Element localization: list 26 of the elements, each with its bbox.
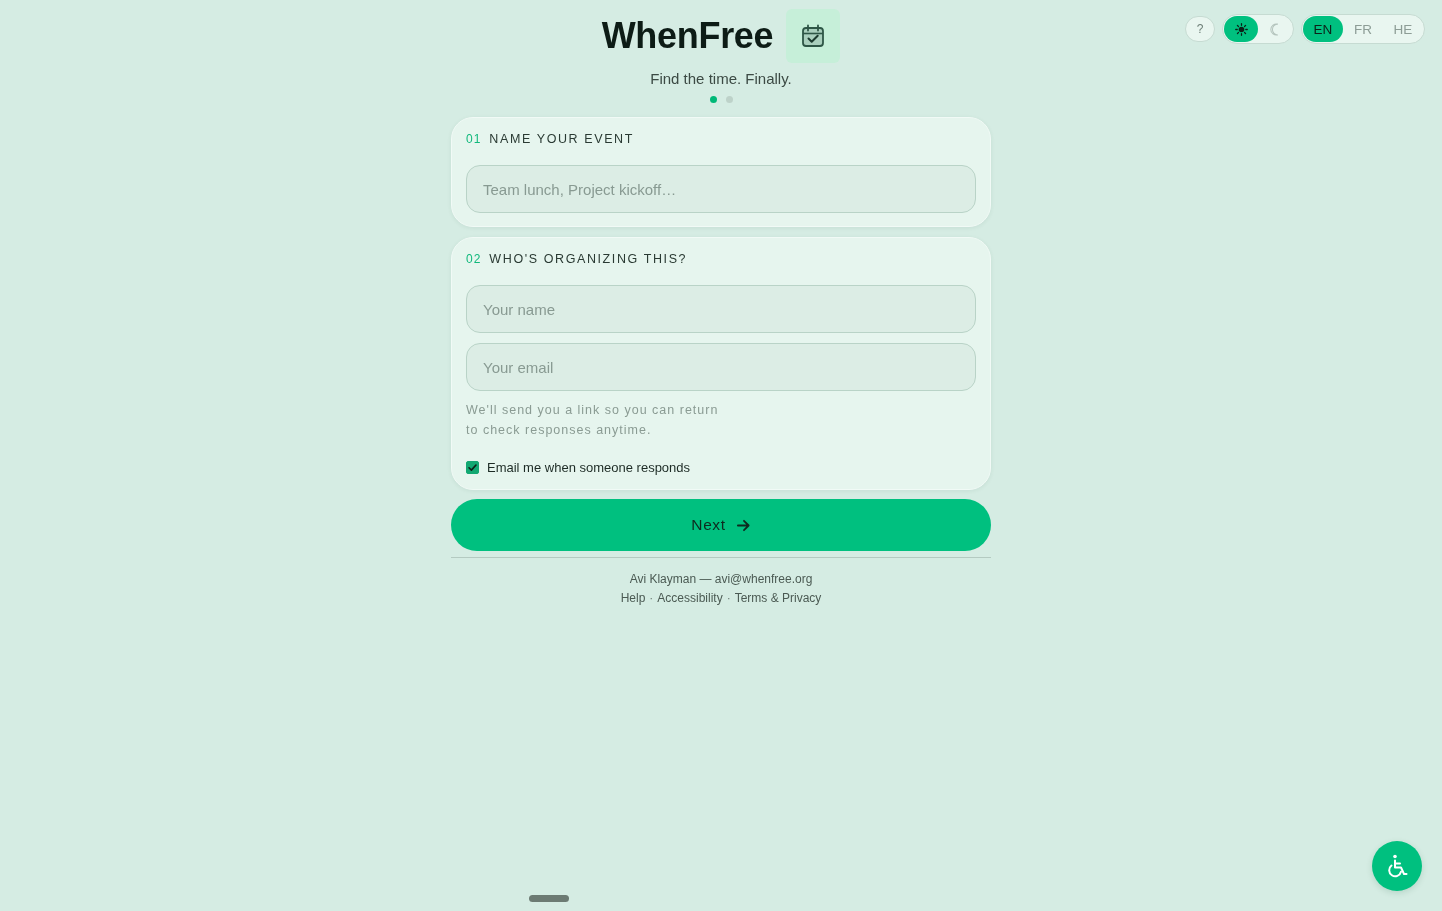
footer-link[interactable]: Accessibility <box>657 589 723 607</box>
theme-button[interactable] <box>1224 16 1258 42</box>
input-field[interactable]: Team lunch, Project kickoff… <box>466 165 976 213</box>
hint-text: We'll send you a link so you can return to check responses anytime. <box>466 402 720 439</box>
drag-handle-icon <box>529 895 569 902</box>
section-title: NAME YOUR EVENT <box>489 132 634 146</box>
arrow-right-icon <box>735 517 751 533</box>
checkbox-label: Email me when someone responds <box>487 459 691 475</box>
footer-link[interactable]: Help <box>620 589 646 607</box>
calendar-check-icon <box>786 9 841 63</box>
help-button[interactable]: ? <box>1185 16 1215 42</box>
footer-credit: Avi Klayman — avi@whenfree.org <box>629 571 813 588</box>
step-number: 01 <box>466 132 482 146</box>
link-separator: · <box>726 590 731 607</box>
section-title: WHO'S ORGANIZING THIS? <box>489 252 688 266</box>
language-tab[interactable]: EN <box>1303 16 1343 42</box>
tagline: Find the time. Finally. <box>650 70 792 88</box>
step-number: 02 <box>466 252 482 266</box>
input-field[interactable]: Your email <box>466 343 976 391</box>
input-field[interactable]: Your name <box>466 285 976 333</box>
app-title: WhenFree <box>601 14 774 58</box>
checkbox[interactable] <box>466 460 479 474</box>
link-separator: · <box>649 590 654 607</box>
next-button[interactable]: Next <box>451 499 991 551</box>
footer-link[interactable]: Terms & Privacy <box>734 589 822 607</box>
sun-icon <box>1234 22 1248 36</box>
